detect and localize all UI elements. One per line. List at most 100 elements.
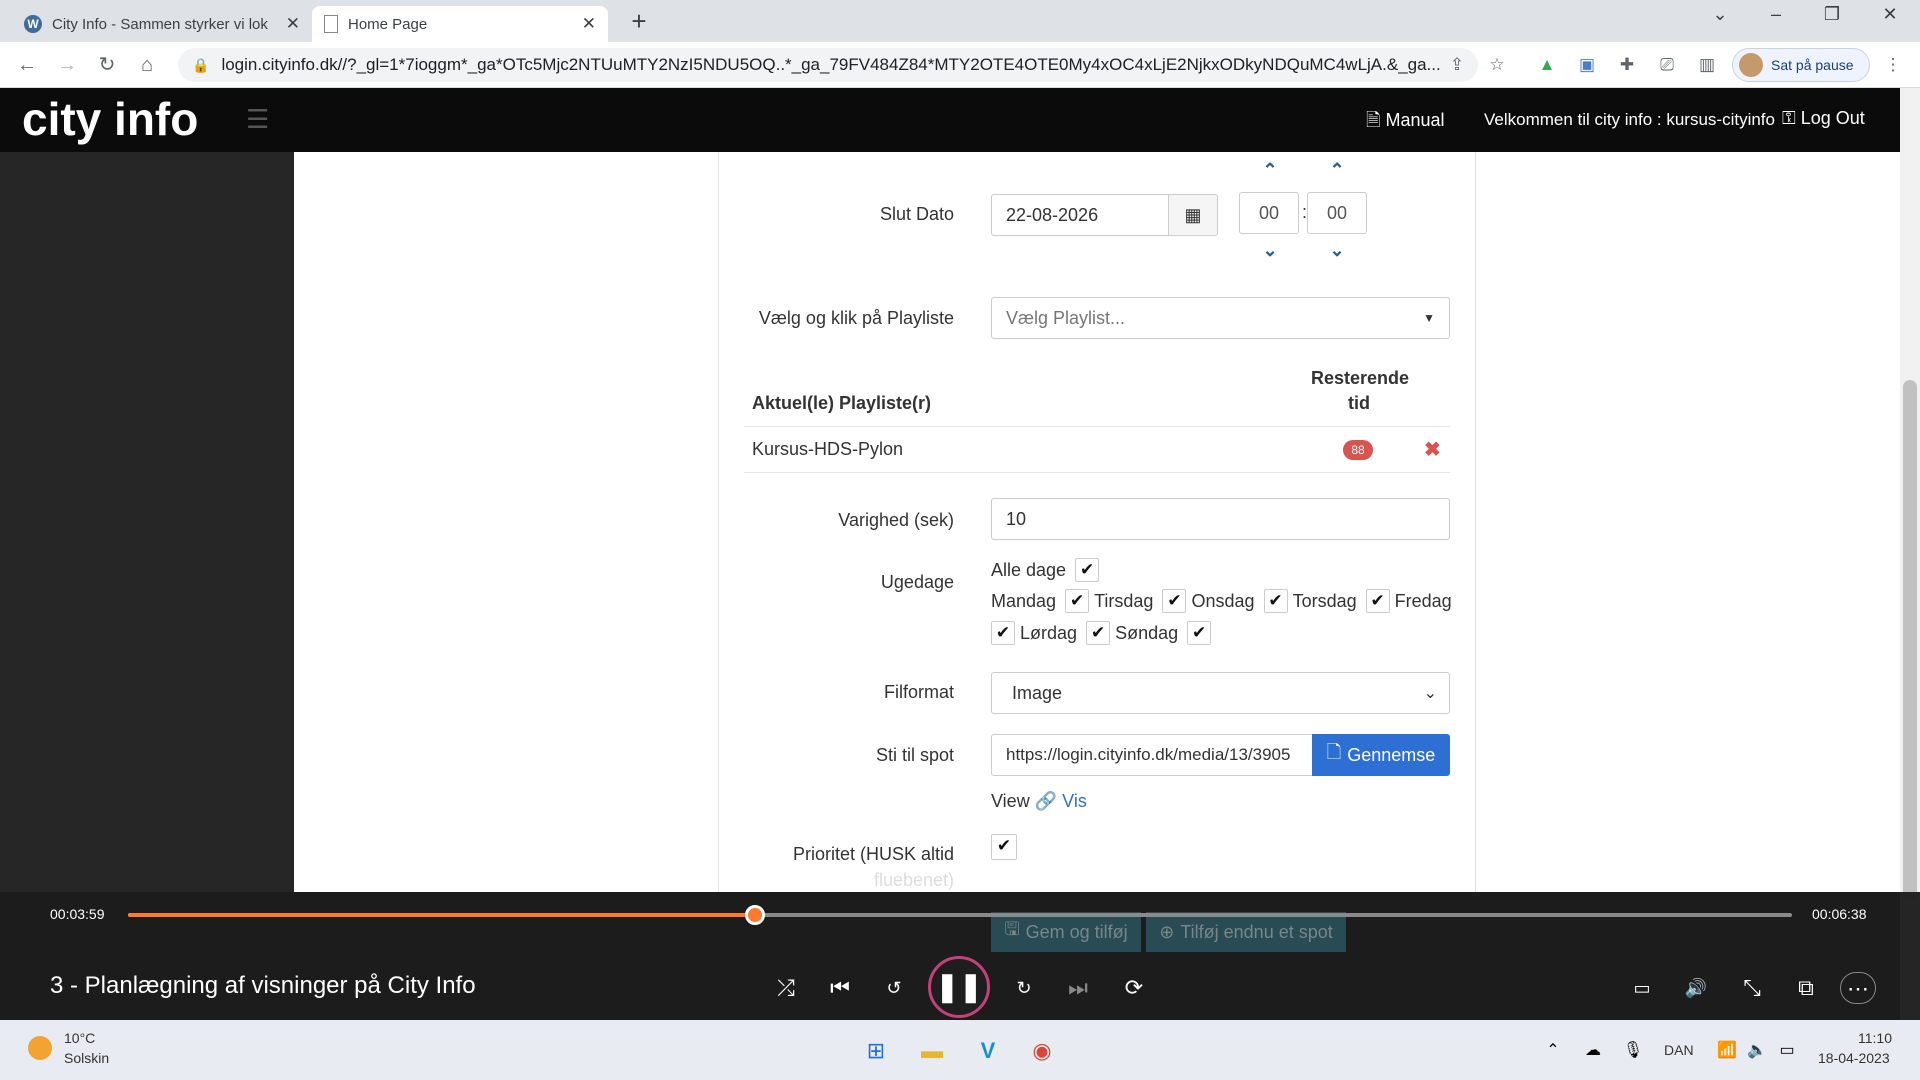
sondag-checkbox[interactable]: ✔ <box>1187 621 1212 645</box>
plus-circle-icon: ⊕ <box>1159 921 1175 942</box>
alle-dage-row: Alle dage ✔ <box>991 558 1100 582</box>
windows-start-icon[interactable]: ⊞ <box>859 1034 893 1068</box>
close-window-icon[interactable]: ✕ <box>1870 4 1910 25</box>
language-indicator[interactable]: DAN <box>1664 1042 1694 1058</box>
link-icon: 🔗 <box>1034 791 1058 811</box>
tab-cityinfo-site[interactable]: W City Info - Sammen styrker vi lok ✕ <box>12 6 312 42</box>
chevron-down-icon: ⌄ <box>1423 685 1437 702</box>
hamburger-menu-icon[interactable]: ☰ <box>246 104 269 135</box>
pause-button[interactable]: ❚❚ <box>928 956 990 1018</box>
back-icon[interactable]: ← <box>12 50 42 80</box>
table-divider <box>744 472 1450 473</box>
scrollbar-thumb[interactable] <box>1903 380 1917 900</box>
drive-icon[interactable]: ▲ <box>1534 52 1560 78</box>
exit-fullscreen-icon[interactable]: ⤡ <box>1734 972 1770 1004</box>
manual-link[interactable]: 🗎 Manual <box>1366 108 1445 138</box>
browser-menu-icon[interactable]: ⋮ <box>1880 52 1906 78</box>
lordag-checkbox[interactable]: ✔ <box>1086 621 1111 645</box>
save-add-button[interactable]: 🖫 Gem og tilføj <box>991 912 1141 952</box>
sti-input[interactable]: https://login.cityinfo.dk/media/13/3905 <box>991 734 1313 776</box>
new-tab-icon[interactable]: + <box>624 6 654 37</box>
shuffle-icon[interactable]: ⤮ <box>768 972 804 1004</box>
playlist-label: Vælg og klik på Playliste <box>758 308 954 328</box>
wifi-icon[interactable]: 📶 <box>1710 1034 1744 1068</box>
minimize-icon[interactable]: – <box>1756 4 1796 25</box>
profile-button[interactable]: Sat på pause <box>1732 48 1870 82</box>
reload-icon[interactable]: ↻ <box>92 50 122 80</box>
minute-down-icon[interactable]: ⌄ <box>1322 240 1352 261</box>
remaining-header-line2: tid <box>1348 393 1370 413</box>
prioritet-checkbox[interactable]: ✔ <box>991 834 1017 860</box>
cast-icon[interactable]: ⎚ <box>1654 52 1680 78</box>
next-icon[interactable]: ⏭ <box>1060 972 1096 1004</box>
share-icon[interactable]: ⇪ <box>1444 52 1470 78</box>
avatar <box>1739 53 1763 77</box>
minute-up-icon[interactable]: ⌃ <box>1322 160 1352 181</box>
filformat-select[interactable]: Image ⌄ <box>991 672 1450 714</box>
seek-bar-handle[interactable] <box>745 905 765 925</box>
mini-player-icon[interactable]: ⧉ <box>1788 972 1824 1004</box>
current-time: 00:03:59 <box>50 906 105 922</box>
rewind-10-icon[interactable]: ↺ <box>876 972 912 1004</box>
onsdag-checkbox[interactable]: ✔ <box>1263 589 1288 613</box>
side-panel-icon[interactable]: ▥ <box>1694 52 1720 78</box>
chrome-icon[interactable]: ◉ <box>1025 1034 1059 1068</box>
page-icon <box>324 15 338 33</box>
filformat-label: Filformat <box>883 682 954 702</box>
mandag-checkbox[interactable]: ✔ <box>1065 589 1090 613</box>
forward-30-icon[interactable]: ↻ <box>1006 972 1042 1004</box>
close-tab-icon[interactable]: ✕ <box>286 14 300 34</box>
vis-link[interactable]: 🔗 Vis <box>1035 791 1087 811</box>
extensions-icon[interactable]: ✚ <box>1614 52 1640 78</box>
address-bar[interactable]: 🔒 login.cityinfo.dk//?_gl=1*7ioggm*_ga*O… <box>178 48 1478 82</box>
vimeo-icon[interactable]: V <box>971 1034 1005 1068</box>
clock-time[interactable]: 11:10 <box>1858 1030 1892 1046</box>
hour-input[interactable]: 00 <box>1239 192 1299 234</box>
alle-dage-checkbox[interactable]: ✔ <box>1075 558 1100 582</box>
browser-tab-bar: W City Info - Sammen styrker vi lok ✕ Ho… <box>0 0 1920 42</box>
url-text: login.cityinfo.dk//?_gl=1*7ioggm*_ga*OTc… <box>221 55 1441 74</box>
playlist-select[interactable]: Vælg Playlist... ▼ <box>991 297 1450 339</box>
home-icon[interactable]: ⌂ <box>132 50 162 80</box>
torsdag-checkbox[interactable]: ✔ <box>1365 589 1390 613</box>
app-header: city info ☰ 🗎 Manual Velkommen til city … <box>0 88 1920 152</box>
close-tab-icon[interactable]: ✕ <box>582 14 596 34</box>
document-icon: 🗎 <box>1366 110 1381 130</box>
remove-playlist-icon[interactable]: ✖ <box>1424 437 1441 462</box>
forward-icon[interactable]: → <box>52 50 82 80</box>
tab-home-page[interactable]: Home Page ✕ <box>312 6 608 42</box>
volume-icon[interactable]: 🔊 <box>1678 972 1714 1004</box>
more-options-icon[interactable]: ⋯ <box>1840 972 1876 1004</box>
battery-icon[interactable]: ▭ <box>1770 1034 1804 1068</box>
playlist-placeholder: Vælg Playlist... <box>1006 307 1126 328</box>
tirsdag-checkbox[interactable]: ✔ <box>1162 589 1187 613</box>
add-another-spot-button[interactable]: ⊕ Tilføj endnu et spot <box>1146 912 1346 952</box>
show-hidden-icons[interactable]: ⌃ <box>1536 1034 1570 1068</box>
tab-search-icon[interactable]: ⌄ <box>1700 4 1740 25</box>
extension-translate-icon[interactable]: ▣ <box>1574 52 1600 78</box>
file-explorer-icon[interactable]: ▬ <box>915 1034 949 1068</box>
clock-date[interactable]: 18-04-2023 <box>1818 1050 1890 1066</box>
browse-button[interactable]: 🗋 Gennemse <box>1312 734 1450 776</box>
city-info-logo[interactable]: city info <box>22 92 198 146</box>
repeat-icon[interactable]: ⟳ <box>1116 972 1152 1004</box>
vis-label: Vis <box>1062 791 1087 811</box>
view-row: View 🔗 Vis <box>991 791 1087 812</box>
restore-icon[interactable]: ❐ <box>1812 4 1852 25</box>
onsdag-label: Onsdag <box>1191 590 1255 611</box>
subtitles-icon[interactable]: ▭ <box>1624 972 1660 1004</box>
speaker-icon[interactable]: 🔈 <box>1740 1034 1774 1068</box>
hour-down-icon[interactable]: ⌄ <box>1255 240 1285 261</box>
onedrive-icon[interactable]: ☁ <box>1576 1034 1610 1068</box>
hour-up-icon[interactable]: ⌃ <box>1255 160 1285 181</box>
microphone-icon[interactable]: 🎙 <box>1616 1034 1650 1068</box>
calendar-icon[interactable]: ▦ <box>1168 194 1218 236</box>
minute-input[interactable]: 00 <box>1307 192 1367 234</box>
previous-icon[interactable]: ⏮ <box>822 972 858 1004</box>
slut-dato-input[interactable]: 22-08-2026 <box>991 194 1169 236</box>
fredag-checkbox[interactable]: ✔ <box>991 621 1015 645</box>
varighed-input[interactable]: 10 <box>991 498 1450 540</box>
logout-link[interactable]: ⚿ Log Out <box>1782 108 1865 129</box>
weekday-row-2: ✔ Lørdag ✔ Søndag ✔ <box>991 621 1212 645</box>
bookmark-star-icon[interactable]: ☆ <box>1484 52 1510 78</box>
